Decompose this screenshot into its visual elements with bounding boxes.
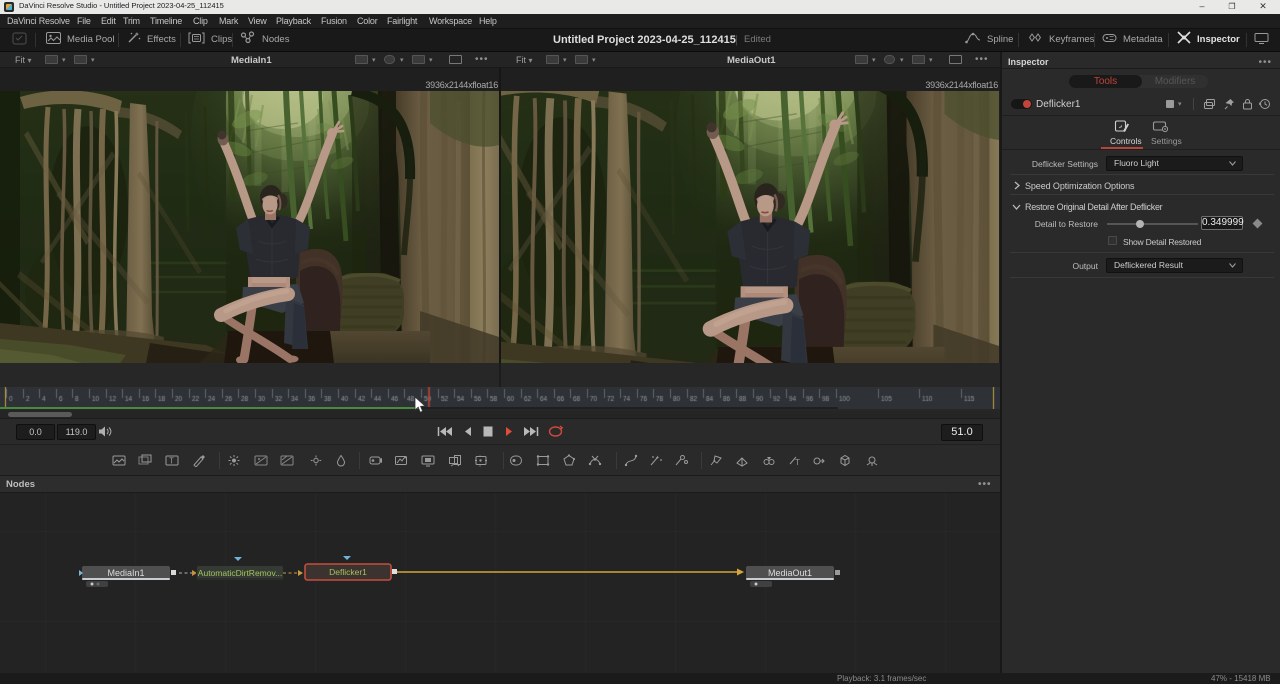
svg-text:T: T [169,457,174,466]
svg-text:T: T [795,458,800,467]
svg-text:Deflicker1: Deflicker1 [329,567,367,577]
svg-text:MediaOut1: MediaOut1 [768,568,812,578]
svg-text:MediaIn1: MediaIn1 [107,568,144,578]
svg-text:AutomaticDirtRemov...: AutomaticDirtRemov... [198,568,282,578]
